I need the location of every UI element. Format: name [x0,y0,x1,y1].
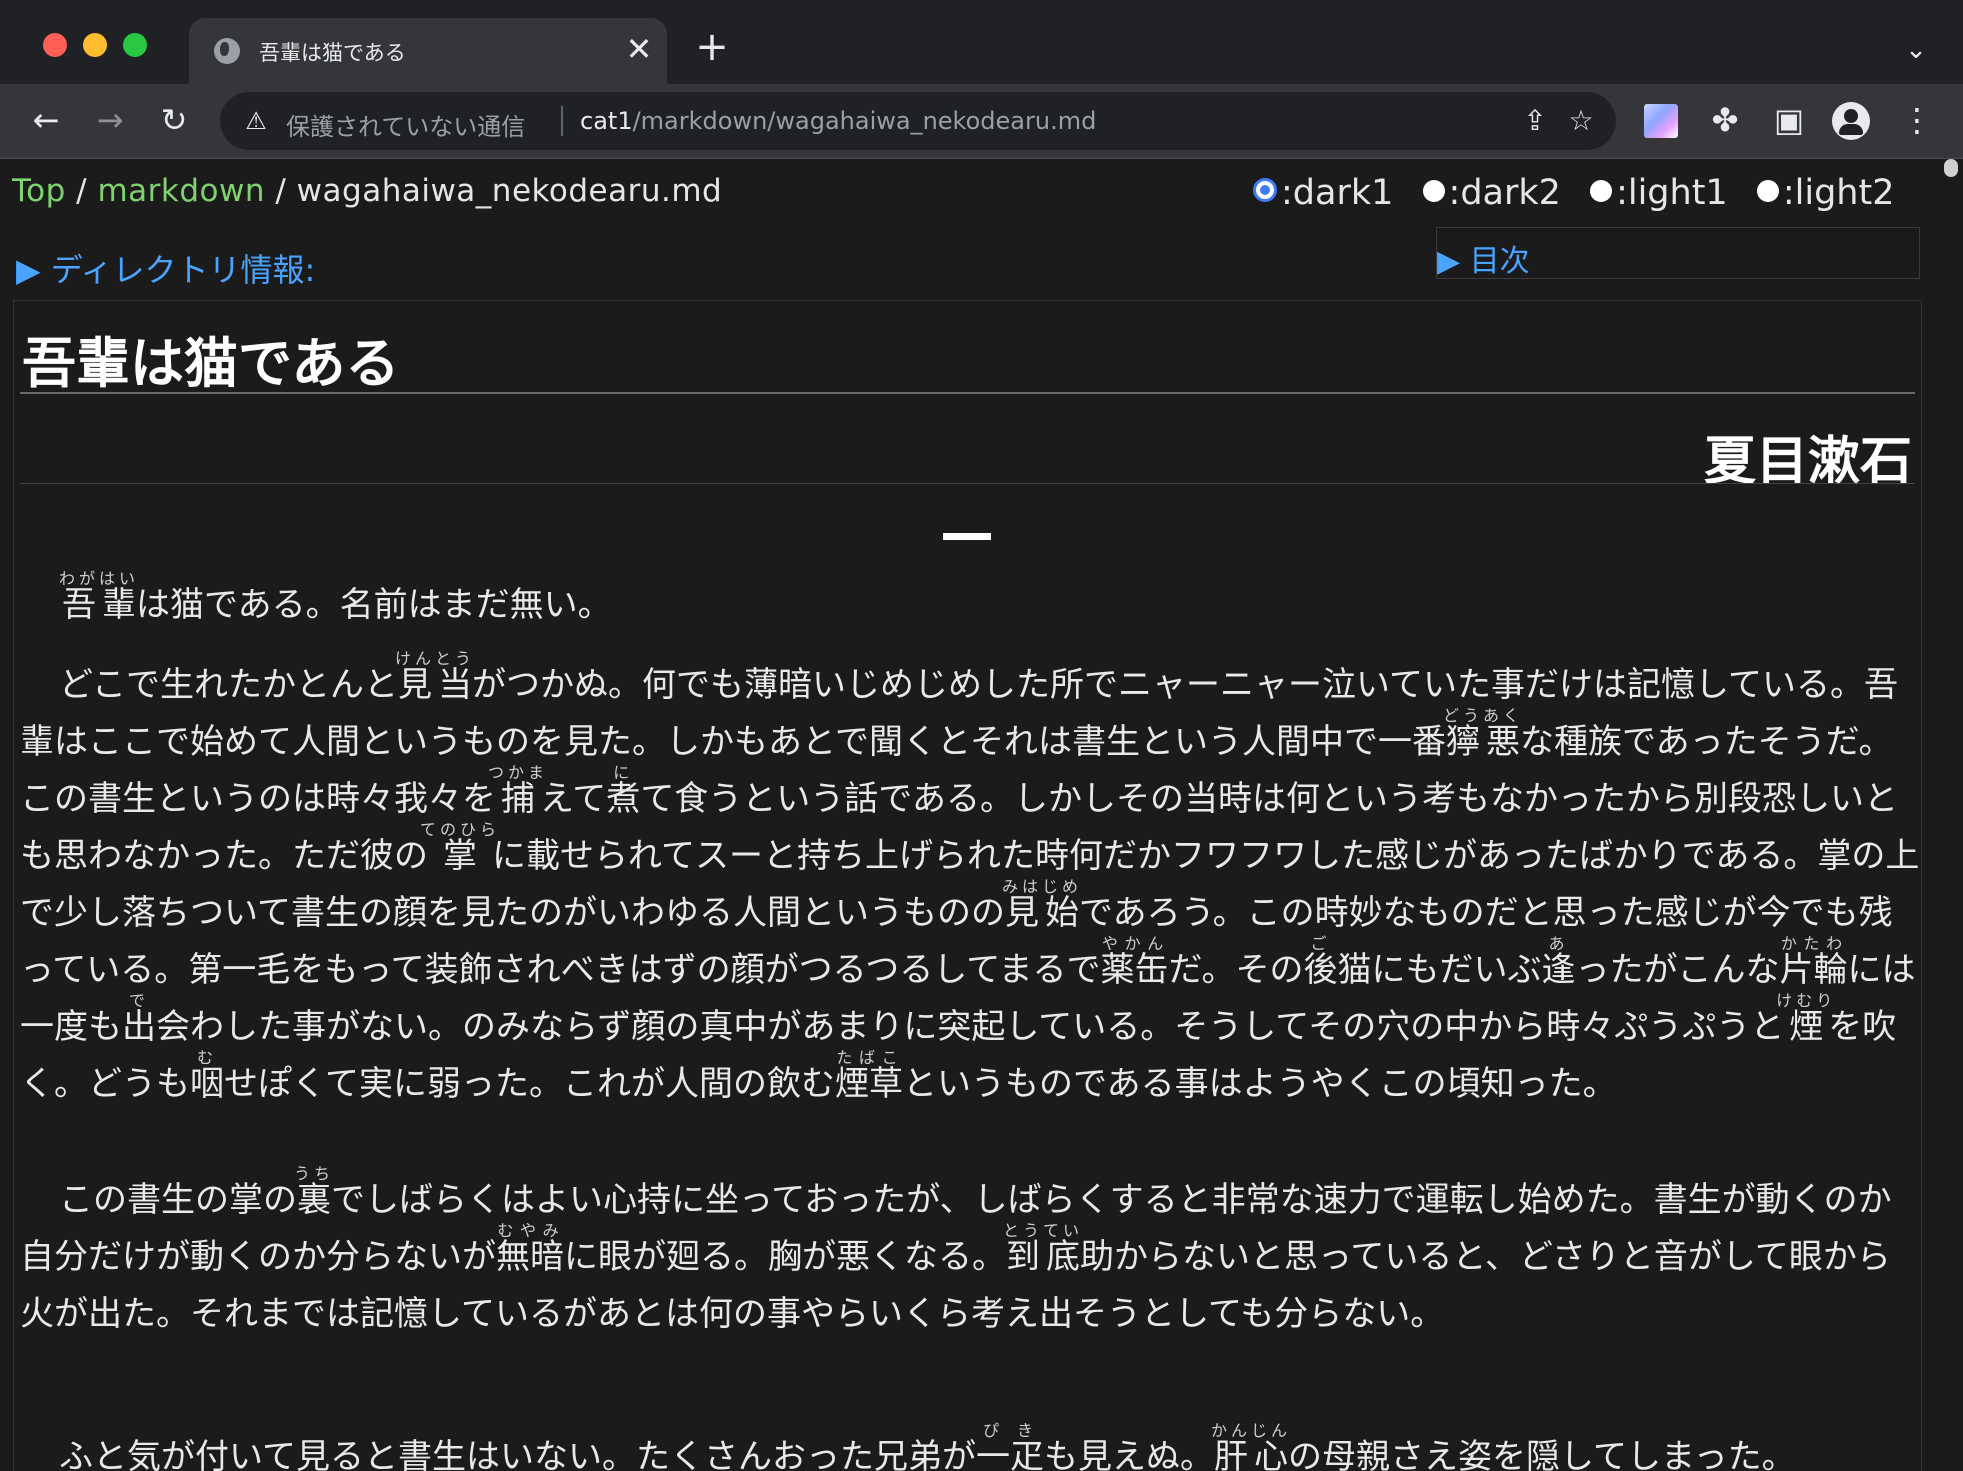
document-title: 吾輩は猫である [22,332,400,395]
share-icon[interactable]: ⇪ [1516,102,1554,140]
ruby-word: 獰悪どうあく [1442,706,1523,762]
paragraph-1: 吾輩わがはいは猫である。名前はまだ無い。 [59,569,612,625]
ruby-word: 掌てのひら [420,820,501,876]
theme-option-dark2[interactable]: :dark2 [1422,173,1561,213]
ruby-word: 煙けむり [1776,991,1837,1047]
theme-option-dark1[interactable]: :dark1 [1253,173,1393,213]
scrollbar-thumb[interactable] [1944,159,1958,177]
browser-toolbar: ← → ↻ ⚠ 保護されていない通信 cat1/markdown/wagahai… [0,84,1963,159]
tab-title: 吾輩は猫である [259,41,406,65]
theme-label: :dark2 [1448,173,1561,213]
back-arrow-icon[interactable]: ← [23,98,69,144]
table-of-contents-panel: ▶ 目次 [1436,227,1920,279]
ruby-word: 煙草たばこ [834,1048,903,1104]
paragraph-4: ふと気が付いて見ると書生はいない。たくさんおった兄弟が一疋ぴきも見えぬ。肝心かん… [20,1421,1920,1471]
ruby-word: 出で [122,991,156,1047]
breadcrumb-folder-link[interactable]: markdown [97,173,265,209]
chapter-heading: 一 [943,533,991,540]
ruby-word: 後ご [1303,934,1338,990]
address-bar[interactable]: ⚠ 保護されていない通信 cat1/markdown/wagahaiwa_nek… [220,92,1616,150]
ruby-word: 裏うち [294,1164,335,1220]
close-window-button[interactable] [43,33,67,57]
radio-icon[interactable] [1756,180,1779,202]
breadcrumb-separator: / [265,173,297,209]
ruby-word: 一疋ぴき [975,1421,1044,1471]
theme-label: :dark1 [1281,173,1394,213]
theme-option-light2[interactable]: :light2 [1756,173,1895,213]
security-label[interactable]: 保護されていない通信 [286,107,525,142]
radio-selected-icon[interactable] [1253,178,1277,202]
kebab-menu-icon[interactable]: ⋮ [1894,98,1940,144]
extensions-puzzle-icon[interactable]: ✤ [1702,98,1748,144]
ruby-word: 到底とうてい [1003,1221,1084,1277]
tab-close-icon[interactable]: ✕ [621,32,657,68]
warning-icon[interactable]: ⚠ [242,107,270,135]
theme-selector: :dark1 :dark2 :light1 :light2 [1253,173,1894,213]
paragraph-3: この書生の掌の裏うちでしばらくはよい心持に坐っておったが、しばらくすると非常な速… [20,1164,1892,1334]
radio-icon[interactable] [1422,180,1445,202]
ruby-word: 見当けんとう [394,649,475,705]
page-viewport: Top / markdown / wagahaiwa_nekodearu.md … [0,159,1940,1471]
theme-label: :light2 [1782,173,1895,213]
ruby-word: 肝心かんじん [1210,1421,1291,1471]
directory-info-toggle[interactable]: ▶ ディレクトリ情報: [16,245,315,291]
ruby-word: 片輪かたわ [1779,934,1848,990]
ruby-word: 逢あ [1541,934,1576,990]
bookmark-star-icon[interactable]: ☆ [1562,102,1600,140]
page-scrollbar[interactable] [1940,159,1963,1471]
ruby-word: 薬缶やかん [1100,934,1169,990]
omnibox-divider [561,106,563,136]
ruby-word: 咽む [190,1048,224,1104]
url-host: cat1 [580,107,633,135]
maximize-window-button[interactable] [123,33,147,57]
new-tab-button[interactable]: + [692,27,732,68]
url-text[interactable]: cat1/markdown/wagahaiwa_nekodearu.md [580,107,1096,135]
breadcrumb-separator: / [65,173,98,209]
toc-toggle[interactable]: ▶ 目次 [1437,236,1530,280]
radio-icon[interactable] [1590,180,1613,202]
side-panel-icon[interactable]: ▣ [1766,98,1812,144]
ruby-word: 煮に [606,763,641,819]
forward-arrow-icon[interactable]: → [87,98,133,144]
minimize-window-button[interactable] [83,33,107,57]
chevron-down-icon[interactable]: ⌄ [1896,32,1936,68]
reload-icon[interactable]: ↻ [151,98,197,144]
tab-strip: 吾輩は猫である ✕ + ⌄ [0,0,1963,84]
url-path: /markdown/wagahaiwa_nekodearu.md [632,107,1097,135]
theme-option-light1[interactable]: :light1 [1590,173,1728,213]
globe-icon [214,38,240,64]
paragraph-2: どこで生れたかとんと見当けんとうがつかぬ。何でも薄暗いじめじめした所でニャーニャ… [20,649,1920,1104]
ruby-word: 吾輩わがはい [59,569,140,625]
extension-app-icon[interactable] [1644,104,1678,138]
title-rule [20,392,1915,394]
author-rule [20,483,1915,484]
ruby-word: 無暗むやみ [496,1221,564,1277]
breadcrumb-top-link[interactable]: Top [12,173,66,209]
ruby-word: 捕つかま [488,763,549,819]
breadcrumb: Top / markdown / wagahaiwa_nekodearu.md [12,173,722,209]
profile-avatar-icon[interactable] [1832,102,1870,140]
tab-active[interactable]: 吾輩は猫である ✕ [189,18,667,84]
theme-label: :light1 [1616,173,1728,213]
breadcrumb-current-file: wagahaiwa_nekodearu.md [296,173,723,209]
ruby-word: 見始みはじめ [1001,877,1082,933]
